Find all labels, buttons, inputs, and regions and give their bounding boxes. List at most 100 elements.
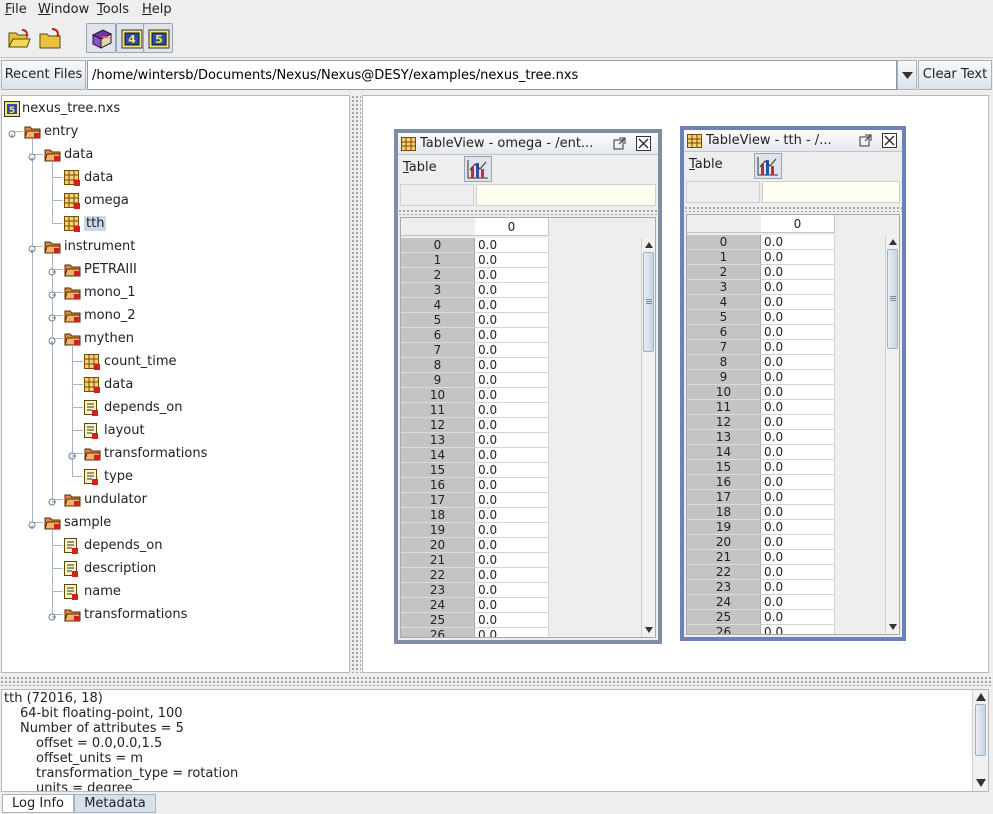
row-header[interactable]: 1 — [687, 250, 761, 265]
row-header[interactable]: 18 — [401, 508, 475, 523]
table-cell[interactable]: 0.0 — [761, 355, 835, 370]
row-header[interactable]: 13 — [687, 430, 761, 445]
table-cell[interactable]: 0.0 — [761, 580, 835, 595]
user-guide-button[interactable] — [86, 23, 116, 53]
row-header[interactable]: 15 — [687, 460, 761, 475]
table-cell[interactable]: 0.0 — [475, 493, 549, 508]
row-header[interactable]: 3 — [687, 280, 761, 295]
clear-text-button[interactable]: Clear Text — [918, 60, 992, 90]
row-header[interactable]: 12 — [401, 418, 475, 433]
row-header[interactable]: 21 — [687, 550, 761, 565]
table-cell[interactable]: 0.0 — [761, 565, 835, 580]
row-header[interactable]: 10 — [687, 385, 761, 400]
row-header[interactable]: 1 — [401, 253, 475, 268]
row-header[interactable]: 25 — [687, 610, 761, 625]
frame-title-bar[interactable]: TableView - omega - /ent... — [398, 133, 658, 155]
row-header[interactable]: 16 — [401, 478, 475, 493]
table-cell[interactable]: 0.0 — [475, 553, 549, 568]
scroll-thumb[interactable] — [887, 249, 898, 349]
row-header[interactable]: 18 — [687, 505, 761, 520]
menu-window[interactable]: Window — [38, 2, 89, 17]
table-scrollbar[interactable] — [885, 235, 899, 634]
table-cell[interactable]: 0.0 — [475, 418, 549, 433]
table-cell[interactable]: 0.0 — [761, 445, 835, 460]
scroll-up-icon[interactable] — [976, 693, 986, 701]
table-cell[interactable]: 0.0 — [475, 538, 549, 553]
row-header[interactable]: 7 — [401, 343, 475, 358]
row-header[interactable]: 6 — [687, 325, 761, 340]
row-header[interactable]: 3 — [401, 283, 475, 298]
horizontal-splitter[interactable] — [0, 676, 993, 686]
row-header[interactable]: 13 — [401, 433, 475, 448]
row-header[interactable]: 9 — [401, 373, 475, 388]
tree-expand-icon[interactable] — [48, 610, 56, 621]
table-cell[interactable]: 0.0 — [475, 253, 549, 268]
table-cell[interactable]: 0.0 — [761, 610, 835, 625]
frame-title-bar[interactable]: TableView - tth - /... — [684, 130, 902, 152]
row-header[interactable]: 8 — [687, 355, 761, 370]
row-header[interactable]: 11 — [401, 403, 475, 418]
table-menu[interactable]: Table — [403, 160, 437, 175]
row-header[interactable]: 5 — [401, 313, 475, 328]
recent-files-button[interactable]: Recent Files — [1, 60, 86, 90]
table-cell[interactable]: 0.0 — [761, 430, 835, 445]
row-header[interactable]: 24 — [687, 595, 761, 610]
tree-collapse-icon[interactable] — [28, 150, 36, 161]
table-cell[interactable]: 0.0 — [761, 280, 835, 295]
chart-button[interactable] — [464, 156, 492, 182]
table-cell[interactable]: 0.0 — [475, 478, 549, 493]
table-cell[interactable]: 0.0 — [475, 448, 549, 463]
tree-collapse-icon[interactable] — [48, 334, 56, 345]
row-header[interactable]: 19 — [687, 520, 761, 535]
table-cell[interactable]: 0.0 — [761, 505, 835, 520]
row-header[interactable]: 20 — [401, 538, 475, 553]
table-cell[interactable]: 0.0 — [761, 475, 835, 490]
table-cell[interactable]: 0.0 — [761, 550, 835, 565]
table-cell[interactable]: 0.0 — [761, 325, 835, 340]
row-header[interactable]: 5 — [687, 310, 761, 325]
vertical-splitter[interactable] — [351, 95, 361, 673]
table-cell[interactable]: 0.0 — [475, 343, 549, 358]
table-cell[interactable]: 0.0 — [761, 490, 835, 505]
row-header[interactable]: 9 — [687, 370, 761, 385]
frame-splitter[interactable] — [684, 206, 902, 212]
table-cell[interactable]: 0.0 — [761, 340, 835, 355]
tree-expand-icon[interactable] — [48, 288, 56, 299]
row-header[interactable]: 20 — [687, 535, 761, 550]
table-cell[interactable]: 0.0 — [761, 460, 835, 475]
row-header[interactable]: 24 — [401, 598, 475, 613]
row-header[interactable]: 11 — [687, 400, 761, 415]
tree-collapse-icon[interactable] — [8, 127, 16, 138]
row-header[interactable]: 19 — [401, 523, 475, 538]
row-header[interactable]: 17 — [401, 493, 475, 508]
tree-expand-icon[interactable] — [48, 265, 56, 276]
chart-button[interactable] — [754, 153, 782, 179]
row-header[interactable]: 22 — [401, 568, 475, 583]
table-cell[interactable]: 0.0 — [475, 388, 549, 403]
tree-expand-icon[interactable] — [48, 311, 56, 322]
hdf5-button[interactable]: 5 — [143, 23, 173, 53]
row-header[interactable]: 10 — [401, 388, 475, 403]
frame-splitter[interactable] — [398, 209, 658, 215]
row-header[interactable]: 17 — [687, 490, 761, 505]
scroll-thumb[interactable] — [643, 252, 654, 352]
file-path-input[interactable] — [87, 60, 897, 90]
table-cell[interactable]: 0.0 — [761, 250, 835, 265]
table-cell[interactable]: 0.0 — [761, 415, 835, 430]
row-header[interactable]: 12 — [687, 415, 761, 430]
info-scrollbar[interactable] — [972, 690, 988, 791]
table-cell[interactable]: 0.0 — [761, 235, 835, 250]
maximize-icon[interactable] — [858, 133, 873, 148]
scroll-thumb[interactable] — [975, 704, 986, 756]
table-scrollbar[interactable] — [641, 238, 655, 637]
close-icon[interactable] — [882, 133, 897, 148]
table-cell[interactable]: 0.0 — [761, 370, 835, 385]
path-dropdown-button[interactable] — [897, 60, 917, 90]
row-header[interactable]: 0 — [401, 238, 475, 253]
maximize-icon[interactable] — [612, 136, 627, 151]
tree-collapse-icon[interactable] — [28, 242, 36, 253]
table-cell[interactable]: 0.0 — [761, 595, 835, 610]
row-header[interactable]: 4 — [401, 298, 475, 313]
row-header[interactable]: 23 — [687, 580, 761, 595]
row-header[interactable]: 26 — [401, 628, 475, 637]
